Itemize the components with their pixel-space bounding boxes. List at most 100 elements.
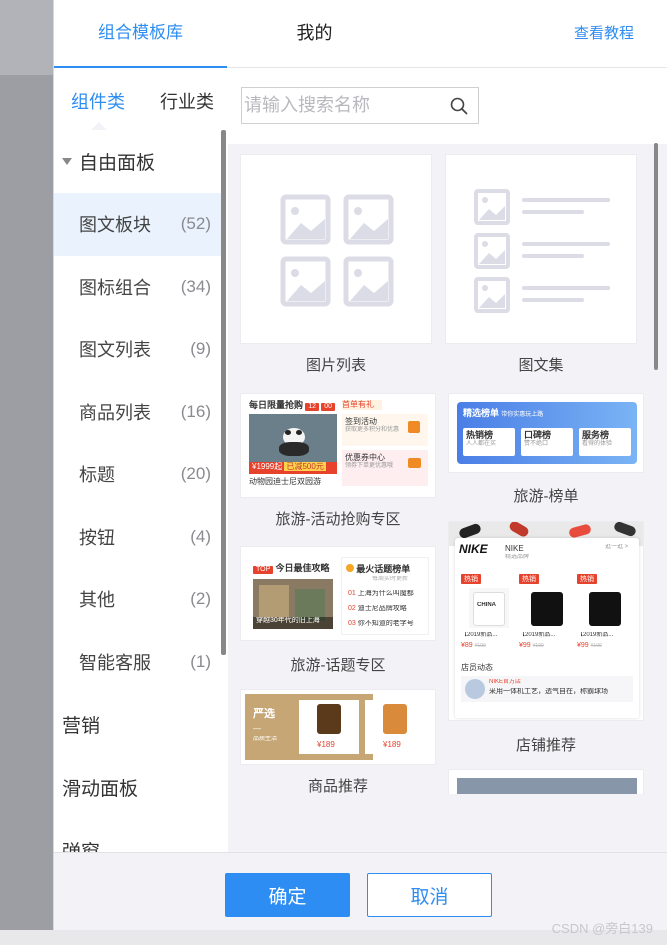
sidebar-item-other[interactable]: 其他 (2) bbox=[54, 568, 221, 631]
topic-no: 02 bbox=[348, 605, 356, 612]
rank-item-name: 热销榜 bbox=[466, 430, 494, 440]
sidebar-item-title[interactable]: 标题 (20) bbox=[54, 443, 221, 506]
template-card-pic-list[interactable]: 图片列表 bbox=[240, 154, 432, 374]
sidebar-item-count: (1) bbox=[190, 651, 211, 671]
template-card-travel-rank[interactable]: 精选榜单 带你实惠玩上路 热销榜 人人都在买 口碑榜 赞不绝口 服务榜 看得的体… bbox=[448, 393, 644, 508]
background-overlay-top bbox=[0, 0, 53, 75]
product-price: ¥99 bbox=[577, 642, 589, 649]
sidebar-item-count: (9) bbox=[190, 339, 211, 359]
template-card-pic-text-set[interactable]: 图文集 bbox=[445, 154, 637, 374]
template-thumbnail: TOP 今日最佳攻略 穿越30年代的旧上海 最火话题榜单 每周实时更新 01 上… bbox=[240, 546, 436, 641]
topic-text: 你不知道的老字号 bbox=[357, 620, 414, 627]
sidebar-item-button[interactable]: 按钮 (4) bbox=[54, 506, 221, 569]
hot-tag: 热销 bbox=[461, 574, 481, 584]
nike-logo: NIKE bbox=[459, 542, 488, 556]
timer-hour: 12 bbox=[305, 403, 320, 412]
sidebar-item-label: 其他 bbox=[79, 590, 115, 611]
tab-industry[interactable]: 行业类 bbox=[160, 88, 214, 114]
topic-no: 03 bbox=[348, 620, 356, 627]
tab-component[interactable]: 组件类 bbox=[71, 88, 125, 114]
tshirt-print: CHINA bbox=[477, 602, 496, 608]
product-name: 【2019新品... bbox=[519, 632, 556, 638]
fire-icon bbox=[346, 564, 354, 572]
product-price: ¥189 bbox=[383, 740, 401, 749]
flash-title: 每日限量抢购 bbox=[249, 400, 304, 410]
confirm-button[interactable]: 确定 bbox=[225, 873, 350, 917]
cancel-button[interactable]: 取消 bbox=[367, 873, 492, 917]
product-item: 热销 CHINA 【2019新品... ¥89 ¥199 bbox=[461, 574, 517, 656]
template-thumbnail bbox=[240, 154, 432, 344]
template-label: 旅游-活动抢购专区 bbox=[275, 511, 401, 528]
sidebar-item-count: (20) bbox=[180, 464, 211, 484]
template-card-partial[interactable] bbox=[448, 769, 644, 794]
view-tutorial-link[interactable]: 查看教程 bbox=[574, 22, 634, 43]
sidebar-item-pic-text-block[interactable]: 图文板块 (52) bbox=[54, 193, 221, 256]
tshirt-white-image: CHINA bbox=[469, 588, 509, 628]
template-grid: 图片列表 图文集 每日限量抢购 12 00 ¥1999起 已减500元 动物园迪… bbox=[228, 144, 667, 794]
guide-caption: 穿越30年代的旧上海 bbox=[253, 617, 333, 629]
topic-text: 迪士尼品牌攻略 bbox=[357, 605, 407, 612]
template-scrollbar[interactable] bbox=[654, 143, 658, 370]
product-name: 【2019新品... bbox=[461, 632, 498, 638]
search-input[interactable] bbox=[242, 88, 442, 123]
sidebar-item-label: 商品列表 bbox=[79, 402, 151, 423]
search-bar bbox=[228, 68, 667, 144]
sidebar-group-label: 滑动面板 bbox=[62, 779, 139, 800]
template-card-travel-topic[interactable]: TOP 今日最佳攻略 穿越30年代的旧上海 最火话题榜单 每周实时更新 01 上… bbox=[240, 546, 436, 676]
sidebar-item-count: (16) bbox=[180, 401, 211, 421]
template-thumbnail: 精选榜单 带你实惠玩上路 热销榜 人人都在买 口碑榜 赞不绝口 服务榜 看得的体… bbox=[448, 393, 644, 473]
snack-jar-image bbox=[383, 704, 407, 734]
sidebar-group-free-panel[interactable]: 自由面板 bbox=[54, 130, 221, 193]
template-thumbnail: 每日限量抢购 12 00 ¥1999起 已减500元 动物园迪士尼双园游 首单有… bbox=[240, 393, 436, 498]
template-thumbnail bbox=[445, 154, 637, 344]
sidebar-group-popup[interactable]: 弹窗 bbox=[54, 819, 221, 852]
sidebar-group-marketing[interactable]: 营销 bbox=[54, 693, 221, 756]
snack-jar-image bbox=[317, 704, 341, 734]
sidebar-scrollbar[interactable] bbox=[221, 130, 226, 655]
sidebar-group-label: 弹窗 bbox=[62, 837, 100, 852]
sidebar-group-slide-panel[interactable]: 滑动面板 bbox=[54, 756, 221, 819]
sidebar-item-label: 图文板块 bbox=[79, 215, 151, 236]
sidebar-item-count: (34) bbox=[180, 276, 211, 296]
sidebar-item-count: (52) bbox=[180, 214, 211, 234]
search-icon[interactable] bbox=[450, 97, 468, 115]
tab-mine[interactable]: 我的 bbox=[227, 0, 402, 68]
sub-tab-bar: 组件类 行业类 bbox=[54, 68, 226, 130]
sidebar-item-count: (4) bbox=[190, 526, 211, 546]
sidebar-item-label: 图标组合 bbox=[79, 277, 151, 298]
flash-price: ¥1999起 bbox=[252, 462, 283, 471]
news-text: 采用一体机工艺，透气自在，称霸球场 bbox=[489, 688, 608, 695]
product-item: 热销 【2019新品... ¥99 ¥199 bbox=[577, 574, 633, 656]
template-label: 图文集 bbox=[518, 357, 564, 374]
product-old-price: ¥199 bbox=[474, 643, 486, 649]
background-overlay bbox=[0, 0, 53, 945]
sidebar-group-label: 营销 bbox=[62, 716, 101, 737]
template-card-shop-recommend[interactable]: NIKE NIKE 精选品牌 逛一逛 > 热销 CHINA 【2019新品... bbox=[448, 521, 644, 754]
sidebar-item-smart-service[interactable]: 智能客服 (1) bbox=[54, 631, 221, 694]
tshirt-black-image bbox=[585, 588, 625, 628]
search-box bbox=[241, 87, 479, 124]
sidebar-item-product-list[interactable]: 商品列表 (16) bbox=[54, 381, 221, 444]
image-text-placeholder-icon bbox=[474, 189, 610, 313]
product-price: ¥189 bbox=[317, 740, 335, 749]
sidebar-group-label: 自由面板 bbox=[79, 153, 156, 174]
template-card-product-recommend[interactable]: 严选 — 品质生活 ¥189 ¥189 商品推荐 bbox=[240, 689, 436, 794]
guide-title: 今日最佳攻略 bbox=[275, 563, 330, 573]
enter-shop-link: 逛一逛 > bbox=[605, 544, 629, 550]
rank-item-sub: 看得的体验 bbox=[582, 440, 613, 447]
brand-sub: 精选品牌 bbox=[505, 554, 530, 560]
active-tab-indicator bbox=[91, 122, 107, 130]
hot-topic-title: 最火话题榜单 bbox=[356, 564, 411, 574]
template-card-travel-flash-sale[interactable]: 每日限量抢购 12 00 ¥1999起 已减500元 动物园迪士尼双园游 首单有… bbox=[240, 393, 436, 533]
rank-item-sub: 人人都在买 bbox=[466, 440, 497, 447]
rank-item-name: 口碑榜 bbox=[524, 430, 552, 440]
news-title: 店员动态 bbox=[461, 663, 493, 672]
sidebar-item-icon-combo[interactable]: 图标组合 (34) bbox=[54, 256, 221, 319]
rank-subtitle: 带你实惠玩上路 bbox=[501, 412, 544, 418]
hot-tag: 热销 bbox=[577, 574, 597, 584]
news-name: NIKE官方店 bbox=[489, 679, 522, 685]
tab-template-library[interactable]: 组合模板库 bbox=[54, 0, 227, 68]
topic-no: 01 bbox=[348, 590, 356, 597]
sidebar-item-pic-text-list[interactable]: 图文列表 (9) bbox=[54, 318, 221, 381]
product-old-price: ¥199 bbox=[532, 643, 544, 649]
